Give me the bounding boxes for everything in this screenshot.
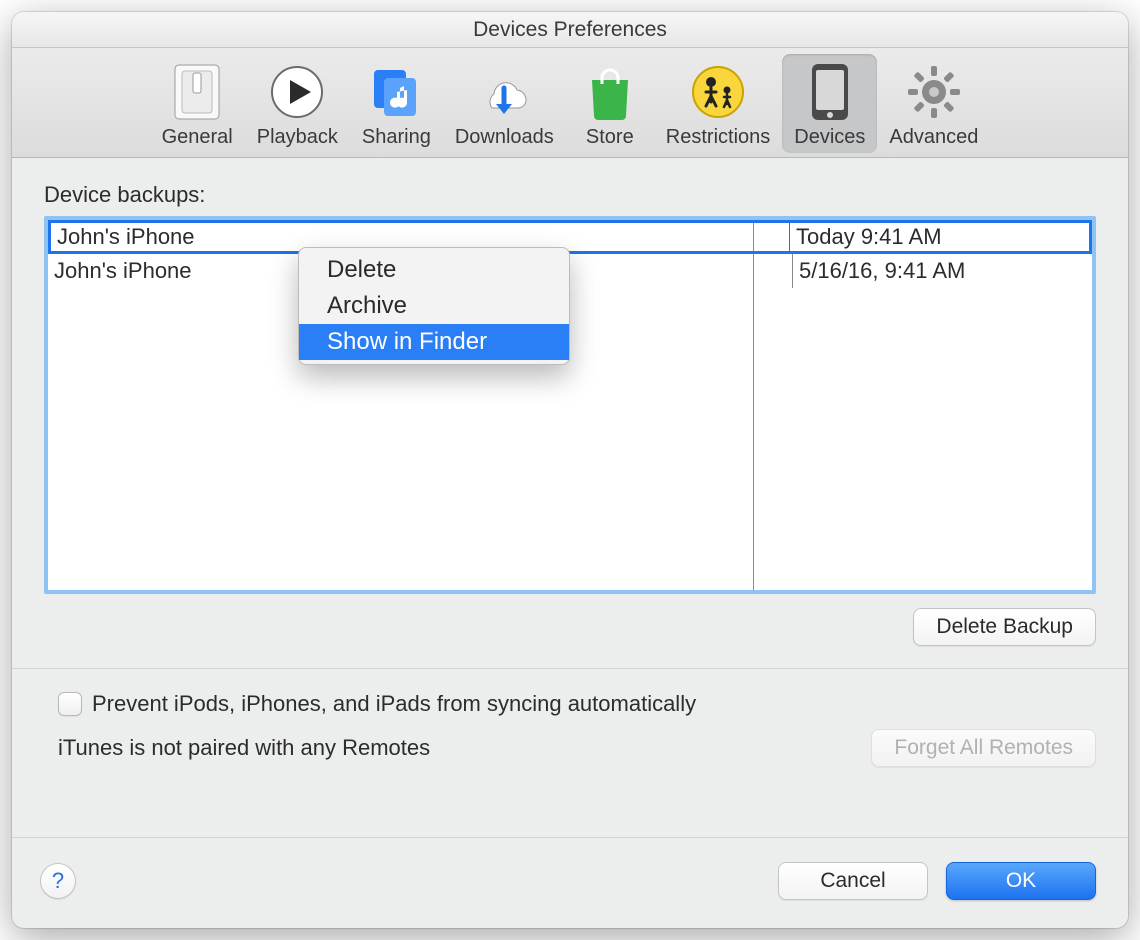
help-button[interactable]: ? xyxy=(40,863,76,899)
tab-downloads[interactable]: Downloads xyxy=(443,54,566,153)
gear-icon xyxy=(902,60,966,124)
backup-context-menu: Delete Archive Show in Finder xyxy=(298,247,570,365)
remotes-status: iTunes is not paired with any Remotes xyxy=(58,735,430,761)
backup-row[interactable]: John's iPhone 5/16/16, 9:41 AM xyxy=(48,254,1092,288)
menu-item-delete[interactable]: Delete xyxy=(299,252,569,288)
section-divider xyxy=(12,668,1128,669)
tab-label: Devices xyxy=(794,126,865,149)
backup-date-cell: 5/16/16, 9:41 AM xyxy=(792,254,1092,288)
tab-label: Store xyxy=(586,126,634,149)
tab-devices[interactable]: Devices xyxy=(782,54,877,153)
backups-heading: Device backups: xyxy=(44,182,1096,208)
devices-panel: Device backups: John's iPhone Today 9:41… xyxy=(12,158,1128,837)
tab-label: General xyxy=(162,126,233,149)
cancel-button[interactable]: Cancel xyxy=(778,862,928,900)
backups-table[interactable]: John's iPhone Today 9:41 AM John's iPhon… xyxy=(44,216,1096,594)
menu-item-archive[interactable]: Archive xyxy=(299,288,569,324)
backup-row[interactable]: John's iPhone Today 9:41 AM xyxy=(48,220,1092,254)
ok-button[interactable]: OK xyxy=(946,862,1096,900)
tab-label: Advanced xyxy=(889,126,978,149)
preferences-window: Devices Preferences General Play xyxy=(12,12,1128,928)
prevent-sync-checkbox[interactable] xyxy=(58,692,82,716)
shopping-bag-icon xyxy=(578,60,642,124)
dialog-footer: ? Cancel OK xyxy=(12,837,1128,928)
window-title: Devices Preferences xyxy=(473,18,667,42)
switch-icon xyxy=(165,60,229,124)
play-icon xyxy=(265,60,329,124)
tab-label: Downloads xyxy=(455,126,554,149)
prevent-sync-row: Prevent iPods, iPhones, and iPads from s… xyxy=(58,691,1096,717)
tab-general[interactable]: General xyxy=(150,54,245,153)
forget-remotes-button: Forget All Remotes xyxy=(871,729,1096,767)
phone-icon xyxy=(798,60,862,124)
tab-playback[interactable]: Playback xyxy=(245,54,350,153)
tab-label: Playback xyxy=(257,126,338,149)
prevent-sync-label: Prevent iPods, iPhones, and iPads from s… xyxy=(92,691,696,717)
music-files-icon xyxy=(364,60,428,124)
tab-advanced[interactable]: Advanced xyxy=(877,54,990,153)
tab-label: Restrictions xyxy=(666,126,770,149)
window-titlebar: Devices Preferences xyxy=(12,12,1128,48)
tab-restrictions[interactable]: Restrictions xyxy=(654,54,782,153)
remotes-row: iTunes is not paired with any Remotes Fo… xyxy=(58,729,1096,767)
preferences-toolbar: General Playback Sharing xyxy=(12,48,1128,158)
tab-store[interactable]: Store xyxy=(566,54,654,153)
tab-label: Sharing xyxy=(362,126,431,149)
delete-backup-button[interactable]: Delete Backup xyxy=(913,608,1096,646)
menu-item-show-in-finder[interactable]: Show in Finder xyxy=(299,324,569,360)
download-cloud-icon xyxy=(472,60,536,124)
parental-icon xyxy=(686,60,750,124)
backup-date-cell: Today 9:41 AM xyxy=(789,223,1089,251)
tab-sharing[interactable]: Sharing xyxy=(350,54,443,153)
